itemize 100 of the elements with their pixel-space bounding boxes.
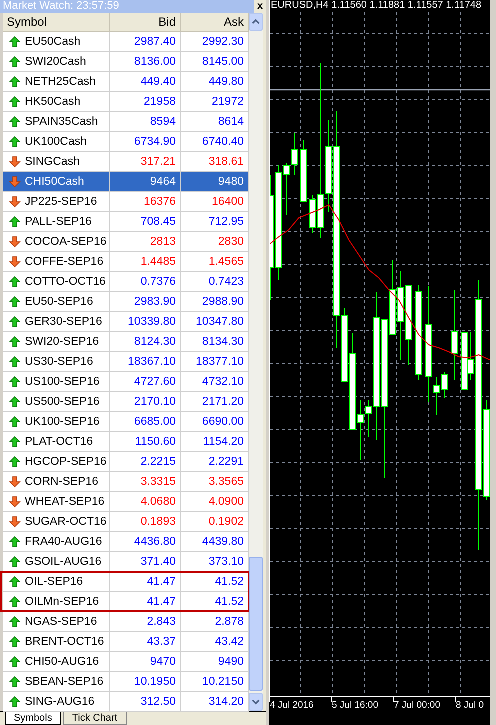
quote-row[interactable]: UK100Cash 6734.90 6740.40 (3, 132, 249, 152)
symbol-cell: NETH25Cash (25, 76, 96, 88)
quote-row[interactable]: NETH25Cash 449.40 449.80 (3, 72, 249, 92)
symbol-cell: US30-SEP16 (25, 356, 94, 368)
symbol-cell: UK100-SEP16 (25, 416, 100, 428)
caret-up-icon (252, 18, 260, 26)
quote-row[interactable]: FRA40-AUG16 4436.80 4439.80 (3, 532, 249, 552)
symbol-cell: UK100Cash (25, 136, 88, 148)
bid-cell: 4436.80 (110, 532, 181, 552)
bid-cell: 41.47 (110, 592, 181, 612)
quote-row[interactable]: HGCOP-SEP16 2.2215 2.2291 (3, 452, 249, 472)
quote-row[interactable]: SBEAN-SEP16 10.1950 10.2150 (3, 672, 249, 692)
symbol-cell: GSOIL-AUG16 (25, 556, 102, 568)
symbol-cell: BRENT-OCT16 (25, 636, 104, 648)
quote-row[interactable]: US30-SEP16 18367.10 18377.10 (3, 352, 249, 372)
bid-cell: 8124.30 (110, 332, 181, 352)
scrollbar[interactable] (249, 13, 263, 712)
symbol-cell: CHI50-AUG16 (25, 656, 100, 668)
bid-cell: 6685.00 (110, 412, 181, 432)
symbol-cell: SUGAR-OCT16 (25, 516, 107, 528)
bid-cell: 10.1950 (110, 672, 181, 692)
symbol-cell: SPAIN35Cash (25, 116, 98, 128)
bid-cell: 41.47 (110, 572, 181, 592)
quote-row[interactable]: NGAS-SEP16 2.843 2.878 (3, 612, 249, 632)
quote-row[interactable]: COFFE-SEP16 1.4485 1.4565 (3, 252, 249, 272)
bid-cell: 10339.80 (110, 312, 181, 332)
bid-cell: 18367.10 (110, 352, 181, 372)
quote-row[interactable]: OIL-SEP16 41.47 41.52 (3, 572, 249, 592)
bid-cell: 708.45 (110, 212, 181, 232)
quote-row[interactable]: PLAT-OCT16 1150.60 1154.20 (3, 432, 249, 452)
bid-cell: 1.4485 (110, 252, 181, 272)
symbol-cell: SWI20-SEP16 (25, 336, 100, 348)
panel-tab[interactable]: Symbols (5, 712, 62, 725)
bid-cell: 8594 (110, 112, 181, 132)
bid-cell: 2.843 (110, 612, 181, 632)
bid-cell: 2983.90 (110, 292, 181, 312)
symbol-cell: PLAT-OCT16 (25, 436, 94, 448)
time-label: 7 Jul 00:00 (393, 700, 440, 711)
symbol-cell: US500-SEP16 (25, 396, 100, 408)
scroll-down-button[interactable] (249, 693, 263, 712)
column-header[interactable]: Symbol (3, 13, 110, 32)
symbol-cell: CORN-SEP16 (25, 476, 98, 488)
close-button[interactable]: x (254, 0, 266, 14)
symbol-cell: COTTO-OCT16 (25, 276, 106, 288)
quote-row[interactable]: CORN-SEP16 3.3315 3.3565 (3, 472, 249, 492)
column-header[interactable]: Bid (110, 13, 181, 32)
bid-cell: 2.2215 (110, 452, 181, 472)
scroll-up-button[interactable] (249, 13, 263, 32)
quote-row[interactable]: EU50Cash 2987.40 2992.30 (3, 32, 249, 52)
symbol-cell: GER30-SEP16 (25, 316, 102, 328)
quote-row[interactable]: GER30-SEP16 10339.80 10347.80 (3, 312, 249, 332)
quote-row[interactable]: HK50Cash 21958 21972 (3, 92, 249, 112)
quote-row[interactable]: SWI20Cash 8136.00 8145.00 (3, 52, 249, 72)
caret-down-icon (252, 698, 260, 706)
symbol-cell: JP225-SEP16 (25, 196, 98, 208)
bid-cell: 371.40 (110, 552, 181, 572)
quote-row[interactable]: SUGAR-OCT16 0.1893 0.1902 (3, 512, 249, 532)
symbol-cell: US100-SEP16 (25, 376, 100, 388)
panel-title: Market Watch: 23:57:59 (2, 0, 120, 14)
bid-cell: 1150.60 (110, 432, 181, 452)
quote-row[interactable]: COTTO-OCT16 0.7376 0.7423 (3, 272, 249, 292)
time-label: 5 Jul 16:00 (331, 700, 378, 711)
bid-cell: 2813 (110, 232, 181, 252)
quote-row[interactable]: COCOA-SEP16 2813 2830 (3, 232, 249, 252)
quote-row[interactable]: US500-SEP16 2170.10 2171.20 (3, 392, 249, 412)
bid-cell: 4727.60 (110, 372, 181, 392)
bid-cell: 2170.10 (110, 392, 181, 412)
quote-row[interactable]: PALL-SEP16 708.45 712.95 (3, 212, 249, 232)
symbol-cell: PALL-SEP16 (25, 216, 92, 228)
chart-header: EURUSD,H4 1.11560 1.11881 1.11557 1.11748 (271, 0, 482, 11)
quote-row[interactable]: BRENT-OCT16 43.37 43.42 (3, 632, 249, 652)
symbol-cell: COFFE-SEP16 (25, 256, 104, 268)
quote-row[interactable]: SPAIN35Cash 8594 8614 (3, 112, 249, 132)
quote-row[interactable]: SWI20-SEP16 8124.30 8134.30 (3, 332, 249, 352)
symbol-cell: OILMn-SEP16 (25, 596, 100, 608)
symbol-cell: SING-AUG16 (25, 696, 95, 708)
quote-row[interactable]: UK100-SEP16 6685.00 6690.00 (3, 412, 249, 432)
bid-cell: 0.1893 (110, 512, 181, 532)
bid-cell: 9464 (110, 172, 181, 192)
quote-row[interactable]: CHI50Cash 9464 9480 (3, 172, 249, 192)
price-chart[interactable]: EURUSD,H4 1.11560 1.11881 1.11557 1.11748 4 Jul 2016 5 Jul 16:00 7 Jul 00:00 8 Jul 0 (269, 0, 490, 725)
quote-row[interactable]: WHEAT-SEP16 4.0680 4.0900 (3, 492, 249, 512)
scroll-thumb[interactable] (249, 557, 263, 692)
quote-row[interactable]: US100-SEP16 4727.60 4732.10 (3, 372, 249, 392)
quote-row[interactable]: JP225-SEP16 16376 16400 (3, 192, 249, 212)
quote-row[interactable]: EU50-SEP16 2983.90 2988.90 (3, 292, 249, 312)
symbol-cell: FRA40-AUG16 (25, 536, 102, 548)
candlestick (300, 140, 308, 202)
symbol-cell: NGAS-SEP16 (25, 616, 98, 628)
bid-cell: 449.40 (110, 72, 181, 92)
symbol-cell: SWI20Cash (25, 56, 86, 68)
bid-cell: 4.0680 (110, 492, 181, 512)
bid-cell: 16376 (110, 192, 181, 212)
symbol-cell: HGCOP-SEP16 (25, 456, 107, 468)
time-label: 4 Jul 2016 (269, 700, 314, 711)
time-label: 8 Jul 0 (455, 700, 484, 711)
symbol-cell: SINGCash (25, 156, 80, 168)
symbol-cell: CHI50Cash (25, 176, 84, 188)
quote-row[interactable]: CHI50-AUG16 9470 9490 (3, 652, 249, 672)
panel-tab[interactable]: Tick Chart (63, 712, 127, 725)
